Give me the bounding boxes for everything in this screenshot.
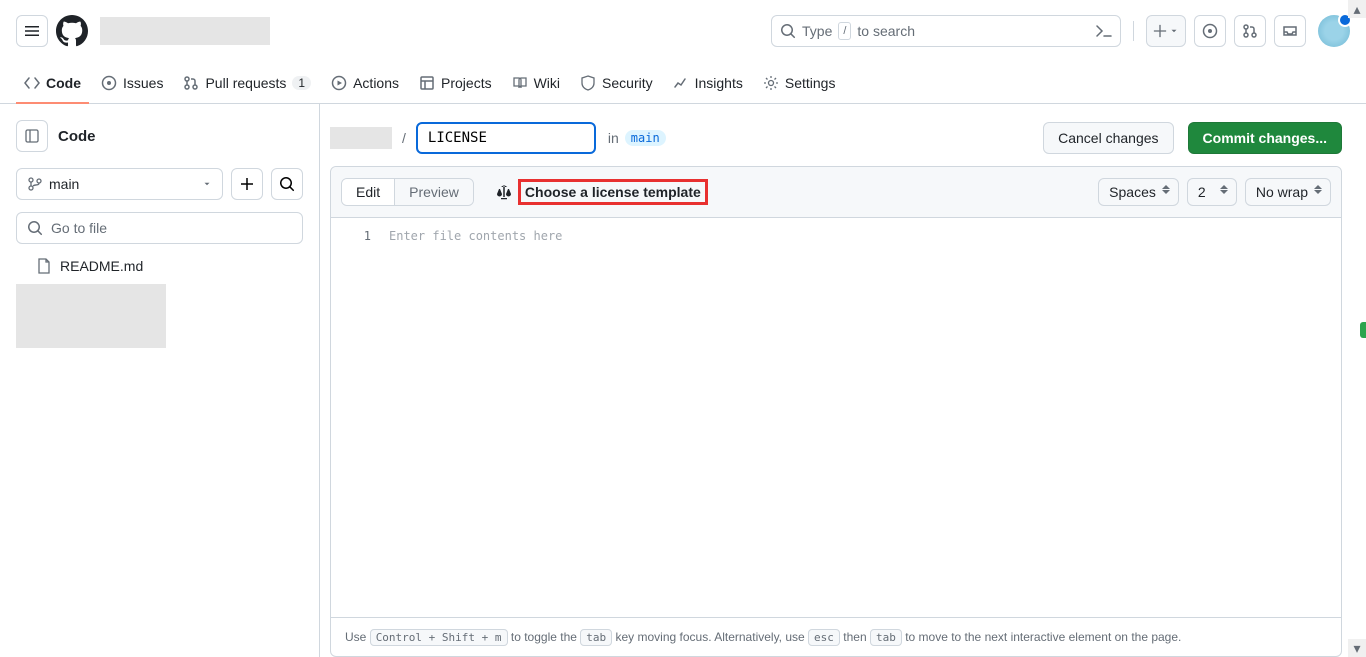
scrollbar-up[interactable]: ▴	[1348, 0, 1366, 18]
code-icon	[24, 75, 40, 91]
go-to-file-input[interactable]: Go to file	[16, 212, 303, 244]
commit-changes-button[interactable]: Commit changes...	[1188, 122, 1342, 154]
cancel-changes-button[interactable]: Cancel changes	[1043, 122, 1173, 154]
branch-icon	[27, 176, 43, 192]
command-palette-icon[interactable]	[1096, 23, 1112, 39]
global-search[interactable]: Type / to search	[771, 15, 1121, 47]
nav-issues[interactable]: Issues	[93, 63, 171, 103]
file-tree-sidebar: Code main Go to file README.md	[0, 104, 320, 657]
create-new-button[interactable]	[1146, 15, 1186, 47]
search-file-button[interactable]	[271, 168, 303, 200]
hamburger-icon	[24, 23, 40, 39]
pr-icon	[183, 75, 199, 91]
tab-edit[interactable]: Edit	[342, 179, 395, 205]
sidebar-collapse-button[interactable]	[16, 120, 48, 152]
branch-pill: main	[625, 130, 666, 146]
nav-security[interactable]: Security	[572, 63, 661, 103]
code-placeholder: Enter file contents here	[381, 218, 1341, 617]
redacted-area	[16, 284, 166, 348]
nav-actions[interactable]: Actions	[323, 63, 407, 103]
editor-toolbar: Edit Preview Choose a license template S…	[331, 167, 1341, 218]
editor-body[interactable]: 1 Enter file contents here	[331, 218, 1341, 617]
shield-icon	[580, 75, 596, 91]
dot-circle-icon	[1202, 23, 1218, 39]
book-icon	[512, 75, 528, 91]
indent-size-select[interactable]: 2	[1187, 178, 1237, 206]
wrap-mode-select[interactable]: No wrap	[1245, 178, 1331, 206]
file-icon	[36, 258, 52, 274]
play-icon	[331, 75, 347, 91]
inbox-button[interactable]	[1274, 15, 1306, 47]
file-path-row: / in main Cancel changes Commit changes.…	[320, 104, 1366, 172]
avatar[interactable]	[1318, 15, 1350, 47]
law-icon	[496, 184, 512, 200]
tab-preview[interactable]: Preview	[395, 179, 473, 205]
chevron-down-icon	[1169, 26, 1179, 36]
search-suffix: to search	[857, 23, 915, 39]
nav-insights[interactable]: Insights	[665, 63, 751, 103]
github-logo[interactable]	[56, 15, 88, 47]
inbox-icon	[1282, 23, 1298, 39]
sidebar-title: Code	[58, 128, 96, 145]
choose-license-button[interactable]: Choose a license template	[488, 175, 716, 209]
file-tree-item[interactable]: README.md	[16, 252, 303, 280]
issues-icon	[101, 75, 117, 91]
scrollbar-down[interactable]: ▾	[1348, 639, 1366, 657]
repo-title	[100, 17, 270, 45]
nav-wiki[interactable]: Wiki	[504, 63, 568, 103]
global-header: Type / to search	[0, 0, 1366, 62]
pr-counter: 1	[292, 76, 311, 90]
menu-button[interactable]	[16, 15, 48, 47]
sidebar-icon	[24, 128, 40, 144]
search-icon	[27, 220, 43, 236]
chevron-down-icon	[202, 179, 212, 189]
graph-icon	[673, 75, 689, 91]
feedback-tab[interactable]	[1360, 322, 1366, 338]
nav-pull-requests[interactable]: Pull requests 1	[175, 63, 319, 103]
search-icon	[780, 23, 796, 39]
keyboard-hint: Use Control + Shift + m to toggle the ta…	[331, 617, 1341, 656]
slash-key: /	[838, 22, 851, 40]
search-prefix: Type	[802, 23, 832, 39]
in-label: in	[608, 130, 619, 146]
gear-icon	[763, 75, 779, 91]
filename-input[interactable]	[416, 122, 596, 154]
repo-name-redacted	[330, 127, 392, 149]
add-file-button[interactable]	[231, 168, 263, 200]
file-name: README.md	[60, 258, 143, 274]
nav-code[interactable]: Code	[16, 63, 89, 103]
nav-settings[interactable]: Settings	[755, 63, 844, 103]
nav-projects[interactable]: Projects	[411, 63, 500, 103]
pull-requests-button[interactable]	[1234, 15, 1266, 47]
project-icon	[419, 75, 435, 91]
indent-mode-select[interactable]: Spaces	[1098, 178, 1179, 206]
line-gutter: 1	[331, 218, 381, 617]
issues-button[interactable]	[1194, 15, 1226, 47]
repo-nav: Code Issues Pull requests 1 Actions Proj…	[0, 62, 1366, 104]
plus-icon	[1153, 24, 1167, 38]
branch-selector[interactable]: main	[16, 168, 223, 200]
git-pull-request-icon	[1242, 23, 1258, 39]
